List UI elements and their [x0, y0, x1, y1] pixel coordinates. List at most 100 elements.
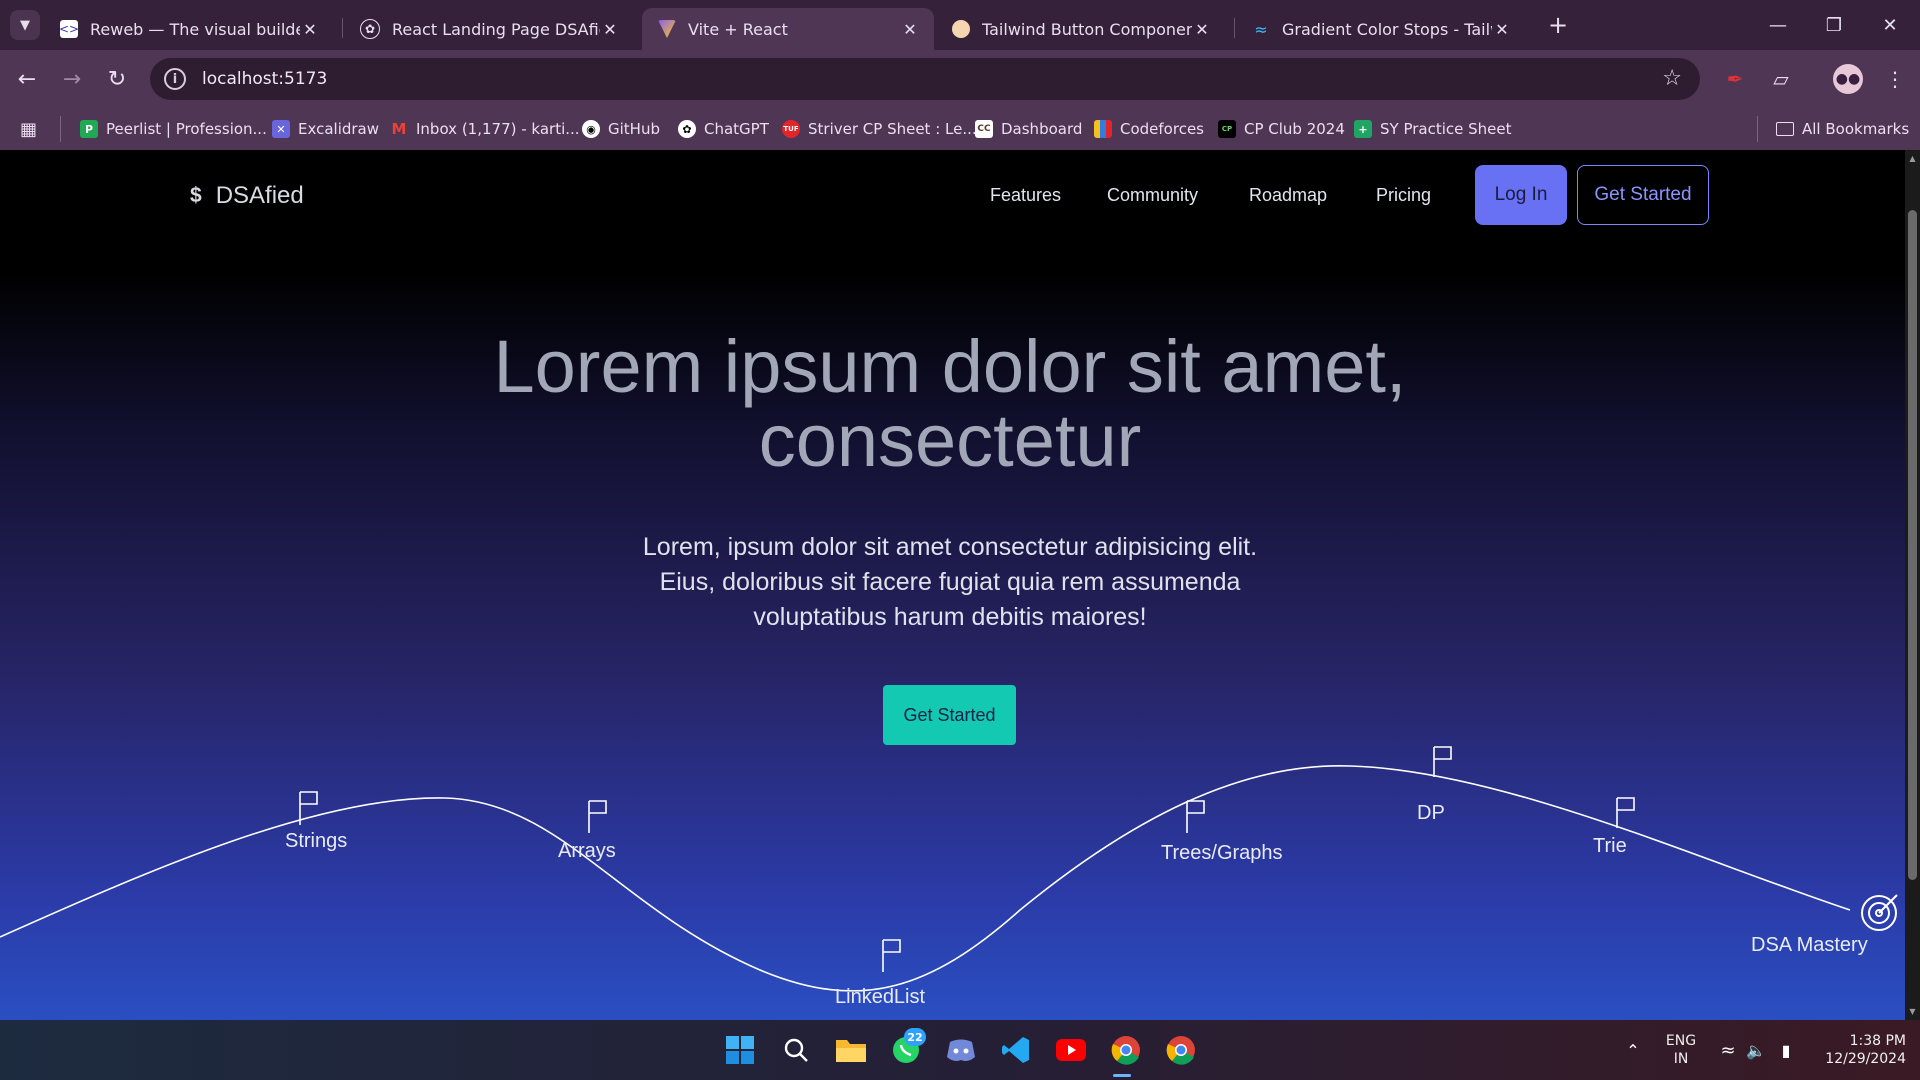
tailwind-icon: ≈: [1254, 19, 1268, 39]
tab-gradient-stops[interactable]: ≈ Gradient Color Stops - Tailwind ✕: [1236, 8, 1526, 50]
flag-icon: [1433, 746, 1452, 777]
flag-icon: [299, 791, 318, 825]
restore-icon[interactable]: ❐: [1806, 0, 1862, 50]
chevron-up-icon[interactable]: ⌃: [1615, 1032, 1651, 1068]
new-tab-plus-icon[interactable]: +: [1543, 10, 1573, 40]
tab-title: Gradient Color Stops - Tailwind: [1282, 19, 1492, 39]
tab-tailwind-button[interactable]: Tailwind Button Component — ✕: [936, 8, 1226, 50]
bookmark-chatgpt[interactable]: ✿ ChatGPT: [678, 118, 769, 140]
discord-icon[interactable]: [943, 1032, 979, 1068]
bookmark-striver[interactable]: TUF Striver CP Sheet : Le...: [782, 118, 977, 140]
bookmark-cpclub[interactable]: CP CP Club 2024: [1218, 118, 1345, 140]
bookmark-label: Inbox (1,177) - karti...: [416, 120, 580, 138]
roadmap-label-dsa-mastery: DSA Mastery: [1751, 934, 1868, 956]
tab-strip: ▼ <> Reweb — The visual builder for ✕ ✿ …: [0, 0, 1920, 50]
file-explorer-icon[interactable]: [833, 1032, 869, 1068]
close-icon[interactable]: ✕: [1492, 20, 1512, 39]
forward-arrow-icon[interactable]: →: [57, 64, 87, 94]
chrome-icon[interactable]: [1163, 1032, 1199, 1068]
bookmark-label: ChatGPT: [704, 120, 769, 138]
tab-reweb[interactable]: <> Reweb — The visual builder for ✕: [44, 8, 334, 50]
windows-start-icon[interactable]: [722, 1032, 758, 1068]
kebab-menu-icon[interactable]: ⋮: [1880, 64, 1910, 94]
chatgpt-icon: ✿: [678, 120, 696, 138]
profile-avatar[interactable]: ●●: [1833, 64, 1863, 94]
bookmark-label: Excalidraw: [298, 120, 380, 138]
close-icon[interactable]: ✕: [600, 20, 620, 39]
site-info-icon[interactable]: i: [164, 68, 186, 90]
chrome-icon[interactable]: [1108, 1032, 1144, 1068]
vscode-icon[interactable]: [998, 1032, 1034, 1068]
close-window-icon[interactable]: ✕: [1862, 0, 1918, 50]
language-indicator[interactable]: ENG IN: [1660, 1032, 1702, 1068]
tailwind-component-icon: [952, 20, 970, 38]
reweb-icon: <>: [58, 20, 80, 38]
scroll-up-arrow-icon[interactable]: ▲: [1905, 154, 1920, 163]
clock[interactable]: 1:38 PM 12/29/2024: [1800, 1032, 1906, 1068]
target-icon: [1861, 894, 1898, 931]
url-text: localhost:5173: [202, 69, 328, 89]
scroll-down-arrow-icon[interactable]: ▼: [1905, 1007, 1920, 1016]
roadmap-label-strings: Strings: [285, 830, 347, 852]
all-bookmarks[interactable]: All Bookmarks: [1776, 118, 1909, 140]
whatsapp-badge: 22: [904, 1028, 926, 1046]
vite-icon: [658, 20, 676, 38]
close-icon[interactable]: ✕: [900, 20, 920, 39]
bookmark-dashboard[interactable]: CC Dashboard: [975, 118, 1082, 140]
tab-title: Tailwind Button Component —: [982, 19, 1192, 39]
bookmark-divider: [1757, 116, 1758, 142]
bookmark-label: Peerlist | Profession...: [106, 120, 267, 138]
excalidraw-icon: ✕: [272, 120, 290, 138]
sheets-icon: +: [1354, 120, 1372, 138]
bookmark-excalidraw[interactable]: ✕ Excalidraw: [272, 118, 379, 140]
apps-grid-icon[interactable]: ▦: [20, 118, 37, 140]
flag-icon: [588, 800, 607, 833]
flag-icon: [882, 939, 901, 972]
roadmap-label-trie: Trie: [1593, 835, 1627, 857]
tab-react-landing[interactable]: ✿ React Landing Page DSAfied ✕: [344, 8, 634, 50]
windows-taskbar: 22 ⌃ ENG IN ≈ 🔈 ▮ 1:38 PM 12/29/2024: [0, 1020, 1920, 1080]
browser-toolbar: ← → ↻ i localhost:5173 ☆ ✒ ▱ ●● ⋮: [0, 50, 1920, 108]
reload-icon[interactable]: ↻: [102, 64, 132, 94]
cpclub-icon: CP: [1218, 120, 1236, 138]
extensions-puzzle-icon[interactable]: ▱: [1766, 64, 1796, 94]
roadmap-label-linkedlist: LinkedList: [835, 986, 926, 1008]
active-app-indicator: [1113, 1074, 1131, 1077]
youtube-icon[interactable]: [1053, 1032, 1089, 1068]
roadmap-path: Strings Arrays LinkedList Trees/Graphs D…: [0, 746, 1898, 1008]
tab-separator: [342, 18, 343, 38]
minimize-icon[interactable]: —: [1750, 0, 1806, 50]
page-scrollbar[interactable]: ▲ ▼: [1905, 150, 1920, 1020]
bookmark-label: CP Club 2024: [1244, 120, 1345, 138]
bookmark-label: SY Practice Sheet: [1380, 120, 1512, 138]
flag-icon: [1186, 800, 1205, 833]
folder-icon: [1776, 122, 1794, 136]
back-arrow-icon[interactable]: ←: [12, 64, 42, 94]
bookmark-gmail[interactable]: M Inbox (1,177) - karti...: [390, 118, 580, 140]
gmail-icon: M: [391, 120, 407, 138]
region-code: IN: [1673, 1051, 1689, 1067]
star-bookmark-icon[interactable]: ☆: [1662, 66, 1682, 91]
battery-icon[interactable]: ▮: [1768, 1032, 1804, 1068]
bookmark-sy-sheet[interactable]: + SY Practice Sheet: [1354, 118, 1512, 140]
tab-vite-react[interactable]: Vite + React ✕: [642, 8, 934, 50]
bookmark-label: Codeforces: [1120, 120, 1204, 138]
tuf-icon: TUF: [782, 120, 800, 138]
bookmark-github[interactable]: ◉ GitHub: [582, 118, 660, 140]
date-text: 12/29/2024: [1825, 1051, 1906, 1067]
close-icon[interactable]: ✕: [1192, 20, 1212, 39]
flag-icon: [1616, 797, 1635, 828]
roadmap-curve: [0, 765, 1851, 992]
close-icon[interactable]: ✕: [300, 20, 320, 39]
address-bar[interactable]: i localhost:5173 ☆: [150, 58, 1700, 100]
openai-icon: ✿: [360, 19, 380, 39]
all-bookmarks-label: All Bookmarks: [1802, 120, 1910, 138]
scrollbar-thumb[interactable]: [1908, 210, 1917, 880]
pen-extension-icon[interactable]: ✒: [1720, 64, 1750, 94]
bookmark-codeforces[interactable]: Codeforces: [1094, 118, 1204, 140]
page-viewport: $ DSAfied Features Community Roadmap Pri…: [0, 150, 1905, 1020]
tab-title: Vite + React: [688, 19, 788, 39]
tab-search-dropdown-icon[interactable]: ▼: [10, 10, 40, 40]
search-icon[interactable]: [778, 1032, 814, 1068]
bookmark-peerlist[interactable]: P Peerlist | Profession...: [80, 118, 267, 140]
